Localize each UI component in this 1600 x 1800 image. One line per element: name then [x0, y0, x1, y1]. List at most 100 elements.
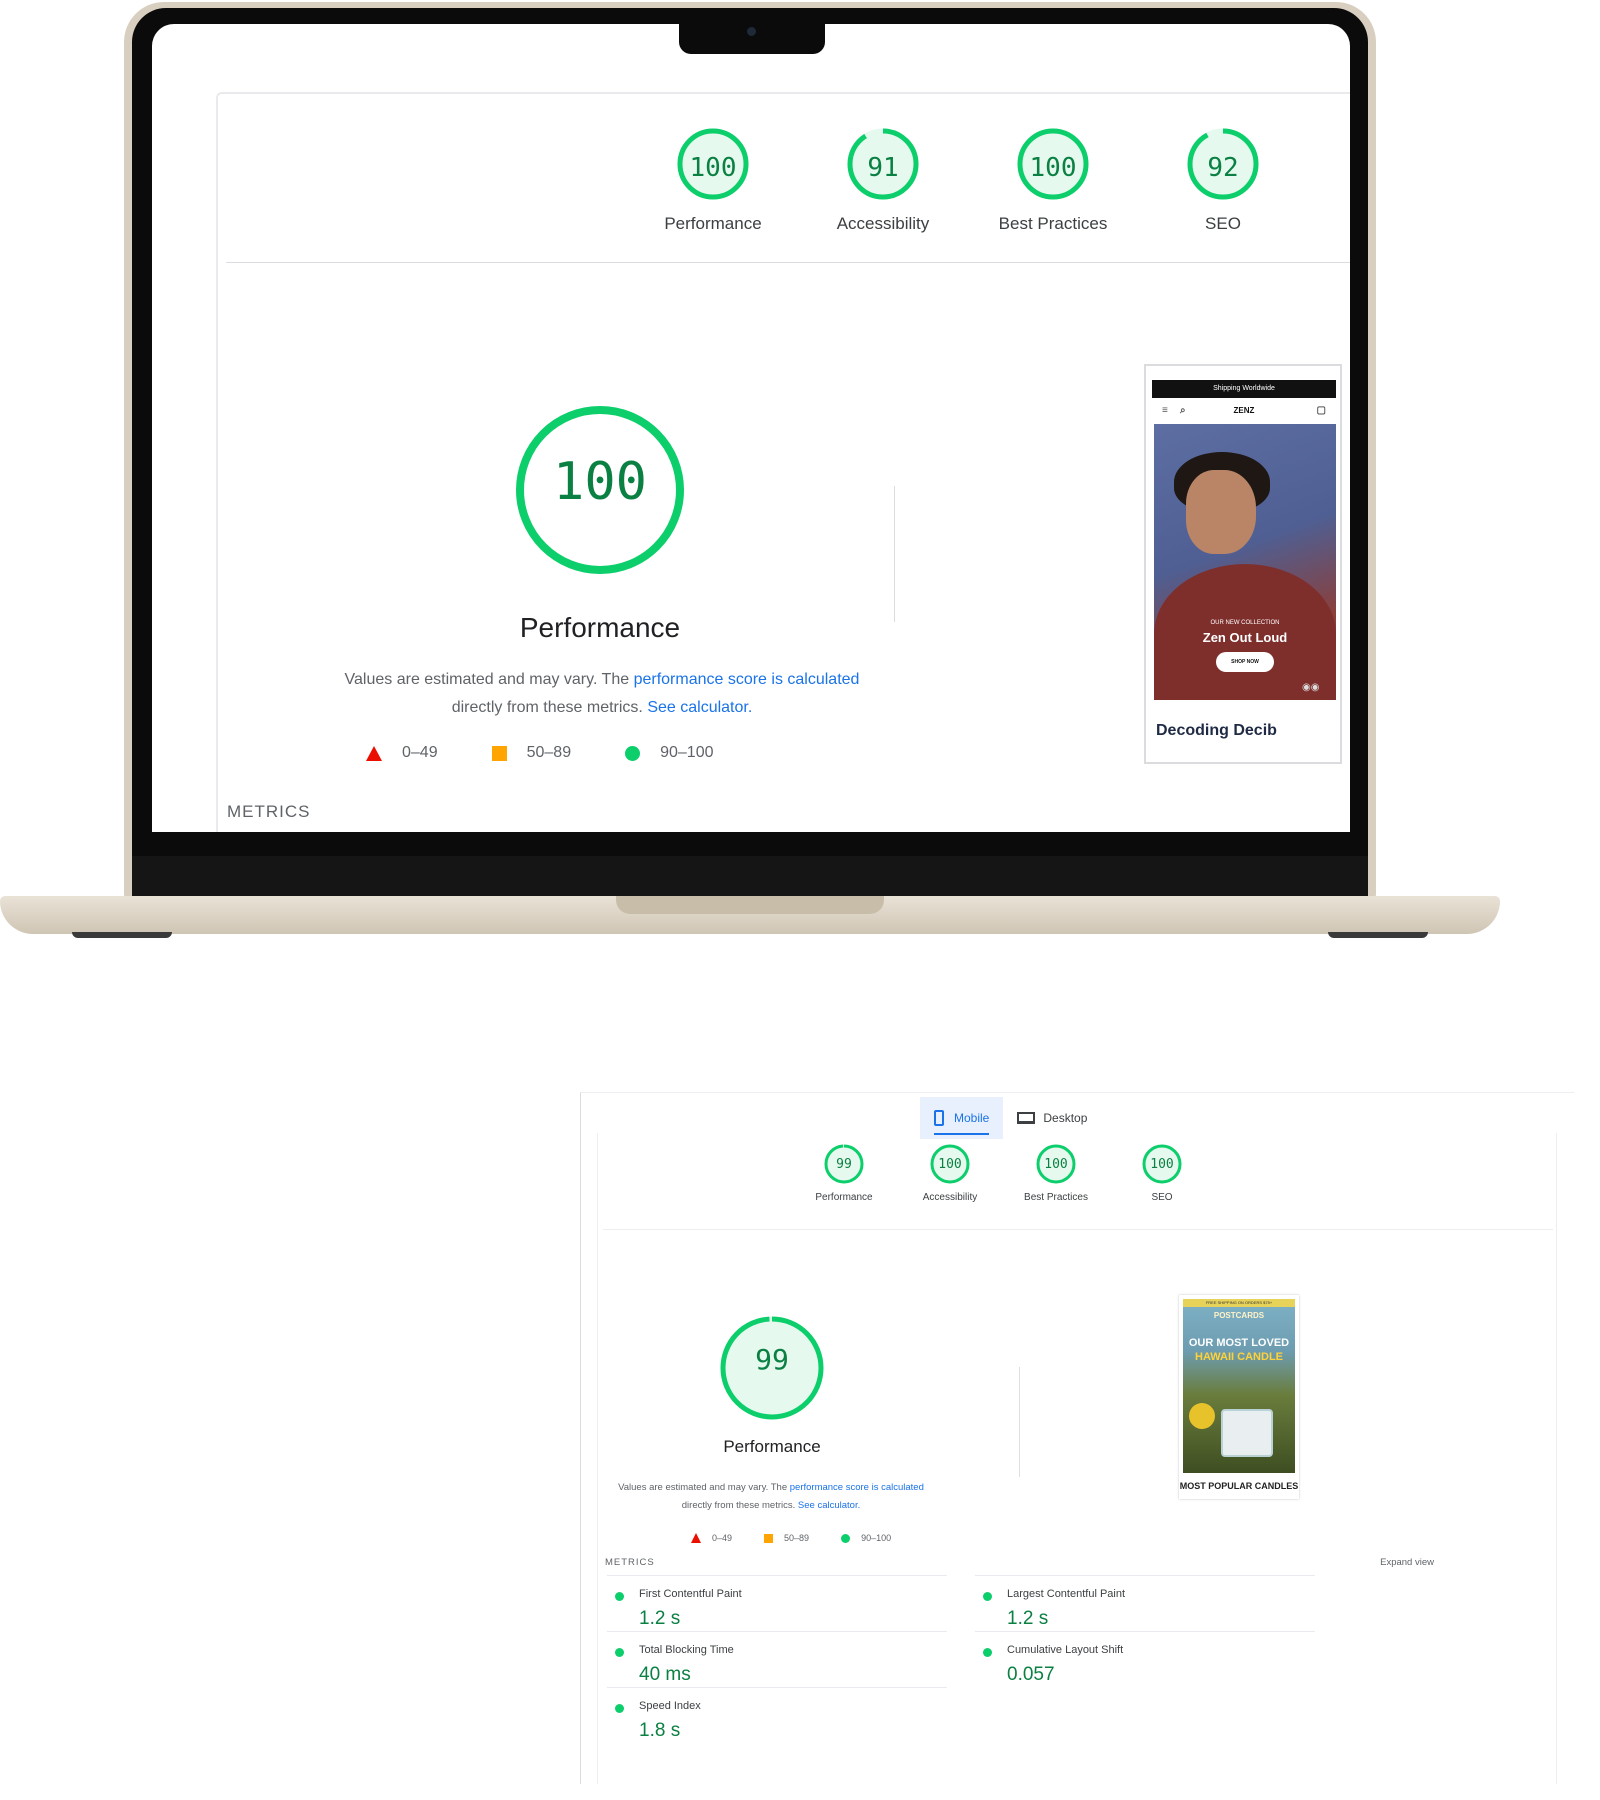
description-text: directly from these metrics. [451, 699, 648, 716]
pass-dot-icon [615, 1648, 624, 1657]
laptop-opening-groove [616, 896, 884, 914]
shop-now-button: SHOP NOW [1216, 652, 1274, 672]
page-screenshot-preview: FREE SHIPPING ON ORDERS $75+ POSTCARDS O… [1179, 1295, 1299, 1499]
metric-value: 1.2 s [1007, 1608, 1049, 1629]
divider [603, 1229, 1553, 1230]
gauge-score: 100 [1150, 1157, 1174, 1172]
see-calculator-link[interactable]: See calculator. [647, 699, 752, 716]
gauge-label: Best Practices [1024, 1192, 1088, 1203]
preview-title-line2: HAWAII CANDLE [1195, 1351, 1283, 1363]
preview-heading: POSTCARDS [1213, 1311, 1265, 1320]
legend-pass: 90–100 [841, 1533, 891, 1543]
brand-logo: ZENZ [1233, 405, 1255, 415]
score-calculated-link[interactable]: performance score is calculated [790, 1482, 924, 1493]
camera-icon [747, 27, 756, 36]
gauge-performance[interactable]: 99 Performance [789, 1143, 899, 1203]
metric-name: Largest Contentful Paint [1007, 1588, 1126, 1600]
metrics-heading: METRICS [227, 802, 311, 821]
monitor-icon [1017, 1112, 1036, 1124]
metric-cumulative-layout-shift: Cumulative Layout Shift 0.057 [975, 1631, 1315, 1687]
triangle-icon [366, 745, 382, 761]
metric-name: Cumulative Layout Shift [1007, 1644, 1124, 1656]
metric-value: 1.8 s [639, 1720, 681, 1741]
metric-name: Total Blocking Time [639, 1644, 734, 1656]
vertical-divider [894, 486, 895, 622]
metric-name: First Contentful Paint [639, 1588, 742, 1600]
gauge-accessibility[interactable]: 100 Accessibility [895, 1143, 1005, 1203]
score-calculated-link[interactable]: performance score is calculated [634, 671, 860, 688]
description-text: directly from these metrics. [681, 1500, 798, 1511]
expand-view-toggle[interactable]: Expand view [1380, 1557, 1434, 1568]
description-text: Values are estimated and may vary. The [344, 671, 634, 688]
main-performance-gauge: 99 Performance [692, 1315, 852, 1457]
hero-tagline: OUR NEW COLLECTION [1210, 620, 1280, 626]
laptop-foot [72, 932, 172, 938]
tab-desktop[interactable]: Desktop [1003, 1097, 1101, 1139]
laptop-foot [1328, 932, 1428, 938]
gauge-accessibility[interactable]: 91 Accessibility [808, 126, 958, 234]
metric-value: 1.2 s [639, 1608, 681, 1629]
gauge-label: Best Practices [998, 214, 1108, 233]
hero-image: FREE SHIPPING ON ORDERS $75+ POSTCARDS O… [1183, 1299, 1295, 1473]
tab-label: Desktop [1043, 1111, 1088, 1125]
legend-label: 90–100 [861, 1533, 892, 1543]
divider [226, 262, 1350, 263]
legend-pass: 90–100 [625, 744, 713, 762]
legend-average: 50–89 [491, 744, 571, 762]
score-description: Values are estimated and may vary. The p… [601, 1479, 941, 1515]
main-label: Performance [519, 612, 681, 643]
legend-label: 90–100 [660, 744, 714, 761]
gauge-best-practices[interactable]: 100 Best Practices [1001, 1143, 1111, 1203]
description-text: Values are estimated and may vary. The [618, 1482, 790, 1493]
gauge-performance[interactable]: 100 Performance [638, 126, 788, 234]
tab-label: Mobile [954, 1111, 990, 1125]
square-icon [764, 1533, 774, 1543]
site-header: ≡ ⌕ ZENZ ▢ [1152, 400, 1336, 420]
gauge-seo[interactable]: 92 SEO [1148, 126, 1298, 234]
preview-caption: MOST POPULAR CANDLES [1179, 1481, 1299, 1491]
see-calculator-link[interactable]: See calculator. [798, 1500, 860, 1511]
carousel-controls-icon: ◉◉ [1302, 682, 1320, 693]
square-icon [491, 745, 507, 761]
cart-icon: ▢ [1316, 404, 1326, 416]
gauge-score: 100 [938, 1157, 962, 1172]
gauge-score: 100 [1029, 153, 1077, 183]
main-score: 100 [553, 452, 647, 512]
search-icon: ⌕ [1180, 404, 1186, 416]
score-legend: 0–49 50–89 90–100 [366, 744, 767, 762]
main-label: Performance [723, 1437, 821, 1456]
gauge-score: 92 [1207, 153, 1239, 183]
metric-name: Speed Index [639, 1700, 701, 1712]
legend-fail: 0–49 [366, 744, 438, 762]
gauge-label: Performance [815, 1192, 873, 1203]
legend-label: 50–89 [784, 1533, 810, 1543]
page-screenshot-preview: Shipping Worldwide ≡ ⌕ ZENZ ▢ OUR NEW CO… [1144, 364, 1342, 764]
gauge-score: 99 [836, 1157, 852, 1172]
metric-value: 0.057 [1007, 1664, 1055, 1685]
gauge-label: Accessibility [836, 214, 930, 233]
gauge-label: Accessibility [922, 1192, 978, 1203]
score-legend: 0–49 50–89 90–100 [691, 1533, 923, 1543]
metric-first-contentful-paint: First Contentful Paint 1.2 s [607, 1575, 947, 1631]
pass-dot-icon [615, 1704, 624, 1713]
hero-image: OUR NEW COLLECTION Zen Out Loud SHOP NOW… [1154, 424, 1336, 700]
pass-dot-icon [983, 1592, 992, 1601]
metric-value: 40 ms [639, 1664, 691, 1685]
legend-label: 0–49 [712, 1533, 733, 1543]
gauge-seo[interactable]: 100 SEO [1107, 1143, 1217, 1203]
device-tabs: Mobile Desktop [920, 1097, 1101, 1139]
badge-icon [1186, 1400, 1218, 1432]
tab-mobile[interactable]: Mobile [920, 1097, 1004, 1139]
score-description: Values are estimated and may vary. The p… [252, 666, 952, 722]
metric-largest-contentful-paint: Largest Contentful Paint 1.2 s [975, 1575, 1315, 1631]
announcement-bar: FREE SHIPPING ON ORDERS $75+ [1183, 1299, 1295, 1307]
metric-total-blocking-time: Total Blocking Time 40 ms [607, 1631, 947, 1687]
legend-label: 0–49 [402, 744, 438, 761]
vertical-divider [1019, 1367, 1020, 1477]
gauge-best-practices[interactable]: 100 Best Practices [978, 126, 1128, 234]
preview-title-line1: OUR MOST LOVED [1188, 1337, 1290, 1349]
gauge-label: SEO [1205, 214, 1241, 233]
section-heading: Decoding Decib [1156, 722, 1277, 739]
main-score: 99 [755, 1343, 789, 1376]
menu-icon: ≡ [1162, 404, 1168, 416]
